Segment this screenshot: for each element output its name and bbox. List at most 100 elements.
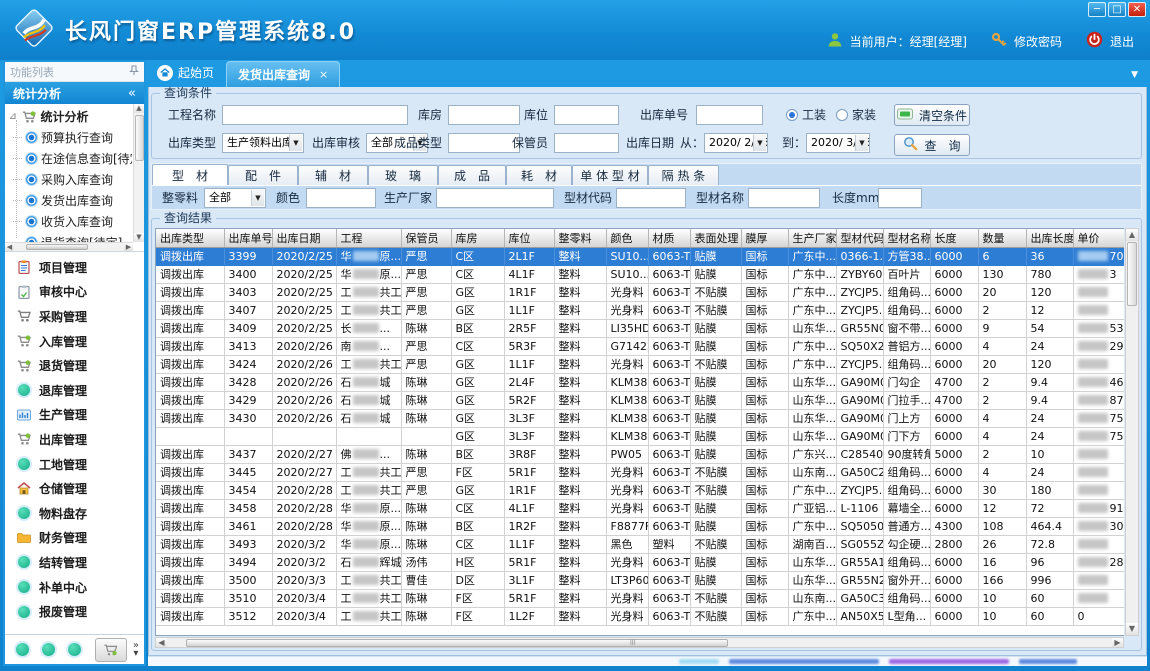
search-button[interactable]: 查 询 xyxy=(894,134,970,156)
column-header[interactable]: 型材名称 xyxy=(883,229,930,247)
tree-expander-icon[interactable]: ⊿ xyxy=(9,112,17,122)
column-header[interactable]: 出库单号 xyxy=(224,229,272,247)
table-row[interactable]: 调拨出库34372020/2/27佛...陈琳B区3R8F整料PW056063-… xyxy=(156,445,1124,463)
column-header[interactable]: 长度 xyxy=(930,229,978,247)
home-wear-label[interactable]: 家装 xyxy=(852,104,876,126)
scroll-up-icon[interactable]: ▲ xyxy=(1126,229,1138,241)
tab-list-caret-icon[interactable]: ▼ xyxy=(1131,70,1138,80)
table-row[interactable]: 调拨出库34452020/2/27工共工程严思F区5R1F整料光身料6063-T… xyxy=(156,463,1124,481)
tree-root[interactable]: ⊿统计分析 xyxy=(8,106,132,127)
sidebar-item[interactable]: 报废管理 xyxy=(5,599,144,624)
work-wear-radio[interactable] xyxy=(786,109,798,121)
pin-icon[interactable] xyxy=(129,65,139,79)
out-type-select[interactable]: 生产领料出库▼ xyxy=(222,133,304,153)
table-row[interactable]: 调拨出库34032020/2/25工共工程严思G区1R1F整料光身料6063-T… xyxy=(156,283,1124,301)
column-header[interactable]: 工程 xyxy=(336,229,401,247)
column-header[interactable]: 整零料 xyxy=(554,229,606,247)
table-row[interactable]: 调拨出库34932020/3/2华原...陈琳C区1L1F整料黑色塑料不贴膜国标… xyxy=(156,535,1124,553)
length-input[interactable] xyxy=(878,188,922,208)
home-wear-radio[interactable] xyxy=(836,109,848,121)
tree-item[interactable]: 收货入库查询 xyxy=(8,211,132,232)
clear-conditions-button[interactable]: 清空条件 xyxy=(894,104,970,126)
close-button[interactable]: ✕ xyxy=(1128,2,1146,17)
grid-horizontal-scrollbar[interactable]: ◀ lll ▶ xyxy=(155,637,1124,648)
column-header[interactable]: 保管员 xyxy=(401,229,451,247)
tree-item[interactable]: 预算执行查询 xyxy=(8,127,132,148)
column-header[interactable]: 库房 xyxy=(451,229,504,247)
material-tab[interactable]: 配 件 xyxy=(228,165,298,185)
footer-dot-button[interactable] xyxy=(16,643,29,656)
column-header[interactable]: 型材代码 xyxy=(836,229,883,247)
tree-item[interactable]: 发货出库查询 xyxy=(8,190,132,211)
scroll-left-icon[interactable]: ◀ xyxy=(156,638,167,647)
sidebar-item[interactable]: 退货管理 xyxy=(5,353,144,378)
column-header[interactable]: 表面处理 xyxy=(690,229,741,247)
tree-vertical-scrollbar[interactable]: ▲ ▼ xyxy=(133,104,144,242)
work-wear-label[interactable]: 工装 xyxy=(802,104,826,126)
table-row[interactable]: 调拨出库34092020/2/25长...陈琳B区2R5F整料LI35HD606… xyxy=(156,319,1124,337)
material-tab[interactable]: 单 体 型 材 xyxy=(572,165,648,185)
tree-item[interactable]: 采购入库查询 xyxy=(8,169,132,190)
date-from-select[interactable]: 2020/ 2/16▼ xyxy=(704,133,768,153)
tab-home[interactable]: 起始页 xyxy=(151,64,226,87)
material-tab[interactable]: 成 品 xyxy=(438,165,506,185)
grid-hscroll-thumb[interactable] xyxy=(186,639,728,647)
column-header[interactable]: 出库长度 xyxy=(1026,229,1073,247)
profile-name-input[interactable] xyxy=(748,188,820,208)
sidebar-item[interactable]: 工地管理 xyxy=(5,452,144,477)
footer-cart-button[interactable] xyxy=(95,638,127,662)
footer-dot-button[interactable] xyxy=(68,643,81,656)
column-header[interactable]: 单价 xyxy=(1073,229,1124,247)
profile-code-input[interactable] xyxy=(616,188,686,208)
tab-close-icon[interactable]: × xyxy=(319,68,328,81)
keeper-input[interactable] xyxy=(554,133,619,153)
table-row[interactable]: 调拨出库34282020/2/26石城陈琳G区2L4F整料KLM38176063… xyxy=(156,373,1124,391)
material-tab[interactable]: 隔 热 条 xyxy=(648,165,719,185)
minimize-button[interactable]: ─ xyxy=(1088,2,1106,17)
table-row[interactable]: 调拨出库34612020/2/28华原...陈琳B区1R2F整料F8877FT6… xyxy=(156,517,1124,535)
tab-shipment-query[interactable]: 发货出库查询 × xyxy=(226,61,340,87)
maximize-button[interactable]: □ xyxy=(1108,2,1126,17)
order-no-input[interactable] xyxy=(696,105,763,125)
material-tab[interactable]: 型 材 xyxy=(152,164,228,185)
table-row[interactable]: 调拨出库33992020/2/25华原...严思C区2L1F整料SU10...6… xyxy=(156,247,1124,265)
table-row[interactable]: 调拨出库34292020/2/26石城陈琳G区5R2F整料KLM38176063… xyxy=(156,391,1124,409)
change-password-link[interactable]: 修改密码 xyxy=(1014,33,1062,50)
table-row[interactable]: 调拨出库34582020/2/28华原...陈琳C区4L1F整料光身料6063-… xyxy=(156,499,1124,517)
table-row[interactable]: 调拨出库34002020/2/25华原...严思C区4L1F整料SU10...6… xyxy=(156,265,1124,283)
color-input[interactable] xyxy=(306,188,376,208)
material-tab[interactable]: 耗 材 xyxy=(506,165,572,185)
sidebar-item[interactable]: 审核中心 xyxy=(5,280,144,305)
scroll-right-icon[interactable]: ▶ xyxy=(1112,638,1123,647)
column-header[interactable]: 出库日期 xyxy=(272,229,336,247)
sidebar-item[interactable]: 入库管理 xyxy=(5,329,144,354)
tree-scroll-thumb[interactable] xyxy=(135,115,144,161)
date-to-select[interactable]: 2020/ 3/16▼ xyxy=(806,133,870,153)
column-header[interactable]: 生产厂家 xyxy=(788,229,836,247)
scroll-down-icon[interactable]: ▼ xyxy=(1126,623,1138,635)
table-row[interactable]: 调拨出库35002020/3/3工共工程曹佳D区3L1F整料LT3P606063… xyxy=(156,571,1124,589)
table-row[interactable]: 调拨出库34542020/2/28工共工程严思G区1R1F整料光身料6063-T… xyxy=(156,481,1124,499)
location-input[interactable] xyxy=(554,105,619,125)
column-header[interactable]: 数量 xyxy=(978,229,1026,247)
tree-horizontal-scrollbar[interactable]: ◀ ▶ xyxy=(5,242,133,251)
sidebar-item[interactable]: 结转管理 xyxy=(5,550,144,575)
material-tab[interactable]: 辅 材 xyxy=(298,165,368,185)
logout-link[interactable]: 退出 xyxy=(1110,33,1134,50)
sidebar-item[interactable]: 补单中心 xyxy=(5,575,144,600)
project-name-input[interactable] xyxy=(222,105,408,125)
footer-dot-button[interactable] xyxy=(42,643,55,656)
footer-overflow-button[interactable]: »▾ xyxy=(133,642,139,658)
column-header[interactable]: 膜厚 xyxy=(741,229,788,247)
sidebar-item[interactable]: 项目管理 xyxy=(5,255,144,280)
sidebar-item[interactable]: 出库管理 xyxy=(5,427,144,452)
grid-vertical-scrollbar[interactable]: ▲ ▼ xyxy=(1125,228,1139,636)
sidebar-item[interactable]: 退库管理 xyxy=(5,378,144,403)
tree-item[interactable]: 在途信息查询[待定] xyxy=(8,148,132,169)
factory-input[interactable] xyxy=(436,188,554,208)
grid-vscroll-thumb[interactable] xyxy=(1127,242,1137,306)
scroll-up-icon[interactable]: ▲ xyxy=(134,104,144,113)
sidebar-item[interactable]: 生产管理 xyxy=(5,403,144,428)
table-row[interactable]: 调拨出库34302020/2/26石城陈琳G区3L3F整料KLM38176063… xyxy=(156,409,1124,427)
table-row[interactable]: G区3L3F整料KLM38176063-T5贴膜国标山东华...GA90M09.… xyxy=(156,427,1124,445)
